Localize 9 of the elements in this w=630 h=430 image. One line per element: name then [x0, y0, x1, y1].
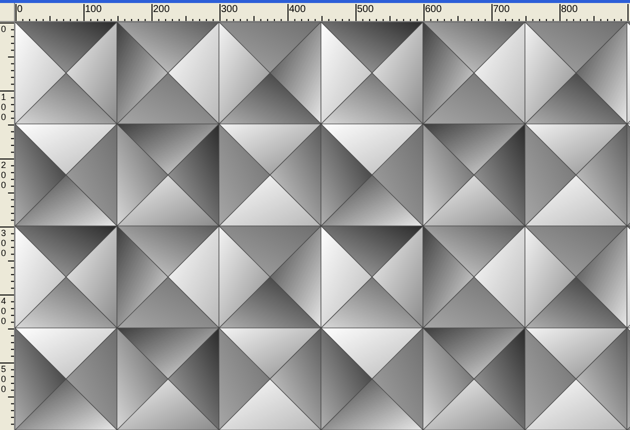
ruler-label: 100 [85, 4, 103, 15]
ruler-label: 0 [17, 4, 24, 15]
ruler-label: 500 [357, 4, 375, 15]
ruler-label: 600 [425, 4, 443, 15]
ruler-label: 700 [493, 4, 511, 15]
ruler-label: 200 [153, 4, 171, 15]
ruler-label: 400 [289, 4, 307, 15]
ruler-label: 800 [561, 4, 579, 15]
ruler-label: 300 [221, 4, 239, 15]
